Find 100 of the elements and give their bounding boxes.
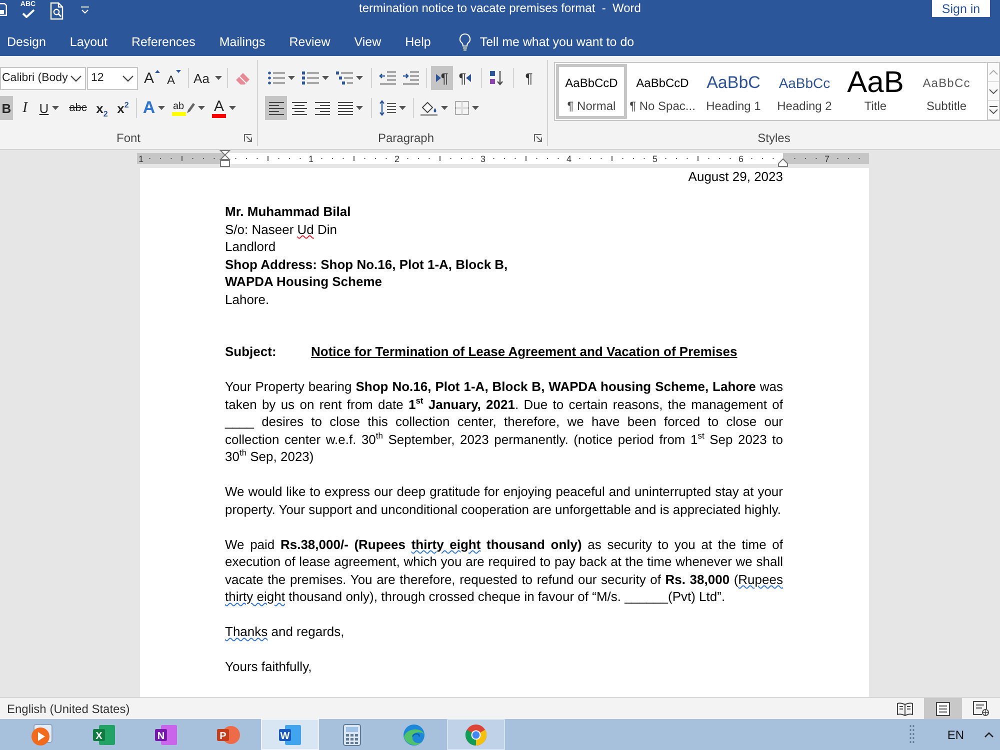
ruler-number: 5 xyxy=(652,154,658,164)
ruler-number: 2 xyxy=(394,154,400,164)
multilevel-list-icon xyxy=(336,71,353,85)
show-marks-button[interactable]: ¶ xyxy=(518,66,540,90)
gallery-more-button[interactable] xyxy=(988,101,999,120)
group-label: Font xyxy=(116,131,140,145)
closing-line: Yours faithfully, xyxy=(225,658,313,676)
grow-font-button[interactable]: A xyxy=(142,66,162,90)
font-name-field[interactable]: Calibri (Body xyxy=(0,66,86,90)
ribbon-tab[interactable]: References xyxy=(119,28,208,56)
ribbon-tab[interactable]: Layout xyxy=(58,28,120,56)
grip-icon[interactable] xyxy=(909,724,916,746)
tell-me-search[interactable]: Tell me what you want to do xyxy=(480,35,634,49)
sign-in-button[interactable]: Sign in xyxy=(932,0,990,17)
ribbon-tab[interactable]: View xyxy=(342,28,394,56)
bullet-list-icon xyxy=(268,71,285,85)
style-preview: AaBbCcD xyxy=(565,74,618,92)
caret-icon xyxy=(472,106,479,110)
taskbar-button[interactable]: X xyxy=(75,719,133,750)
caret-icon xyxy=(288,76,295,80)
gallery-down-button[interactable] xyxy=(988,82,999,101)
ruler-number: 4 xyxy=(566,154,572,164)
font-size-field[interactable]: 12 xyxy=(87,66,138,90)
shrink-font-button[interactable]: A xyxy=(164,66,184,90)
caret-icon xyxy=(198,106,204,110)
font-color-swatch xyxy=(212,114,226,118)
address-line: Mr. Muhammad Bilal xyxy=(225,203,352,220)
print-layout-button[interactable] xyxy=(924,698,962,719)
dialog-launcher-icon[interactable] xyxy=(534,134,542,142)
style-name: Title xyxy=(864,98,887,115)
caret-icon xyxy=(158,106,166,110)
address-line: Shop Address: Shop No.16, Plot 1-A, Block B, xyxy=(225,256,509,273)
font-color-button[interactable]: A xyxy=(209,96,239,120)
taskbar-button[interactable] xyxy=(447,719,505,750)
ruler-number: 6 xyxy=(738,154,744,164)
align-left-icon xyxy=(268,102,284,114)
superscript-button[interactable]: x$^{2}$ xyxy=(114,96,132,120)
bold-button[interactable]: B xyxy=(0,96,13,120)
style-preview: AaBbCcD xyxy=(636,74,689,92)
style-preview: AaBbCc xyxy=(778,74,830,92)
ruler-number: 1 xyxy=(138,154,144,164)
check-icon xyxy=(22,9,34,18)
print-preview-icon[interactable] xyxy=(50,2,64,20)
triangle-up-icon xyxy=(155,70,160,73)
body-paragraph: We would like to express our deep gratitude for enjoying peaceful and uninterrupted stay at your property. Your support and unconditional cooperation are unforgettable and is appreciated highly. xyxy=(225,483,783,518)
subscript-button[interactable]: x$_{2}$ xyxy=(93,96,111,120)
style-preview: AaBbCc xyxy=(922,74,970,92)
chevron-up-icon xyxy=(984,732,994,738)
caret-icon xyxy=(356,76,363,80)
strikethrough-button[interactable]: abc xyxy=(66,96,90,120)
style-tile[interactable]: AaBbCcD ¶ Normal xyxy=(556,64,627,119)
chevron-up-icon xyxy=(989,70,998,74)
justify-icon xyxy=(338,102,352,114)
ribbon-tab[interactable]: Review xyxy=(277,28,342,56)
ltr-button[interactable]: ¶ xyxy=(431,66,453,90)
style-name: Subtitle xyxy=(926,98,967,115)
page-icon xyxy=(936,702,950,716)
address-line: WAPDA Housing Scheme xyxy=(225,273,383,290)
style-name: Heading 1 xyxy=(706,98,761,115)
customize-icon[interactable] xyxy=(80,6,90,14)
left-indent-marker-icon[interactable] xyxy=(219,150,231,167)
chevron-down-icon xyxy=(70,74,82,82)
open-book-icon xyxy=(897,702,913,716)
style-preview: AaB xyxy=(847,67,904,98)
taskbar-button[interactable]: N xyxy=(137,719,195,750)
italic-button[interactable]: I xyxy=(17,96,33,120)
caret-icon xyxy=(229,106,236,110)
highlight-button[interactable]: ab xyxy=(170,96,206,120)
taskbar-button[interactable]: W xyxy=(261,719,319,750)
body-paragraph: We paid Rs.38,000/- (Rupees thirty eight thousand only) as security to you at the time of execution of lease agreement, which you are required to pay back at the time whenever we shall vacate the premises. You are therefore, requested to refund our security of Rs. 38,000 (Rupees thirty eight thousand only), through crossed cheque in favour of “M/s. ______(Pvt) Ltd”. xyxy=(225,536,783,606)
group-label: Styles xyxy=(758,131,790,145)
borders-icon xyxy=(455,101,469,115)
ruler-number: 7 xyxy=(824,154,830,164)
rtl-button[interactable]: ¶ xyxy=(454,66,476,90)
address-line: S/o: Naseer Ud Din xyxy=(225,220,338,238)
line-spacing-icon xyxy=(378,100,396,116)
caret-icon xyxy=(441,106,448,110)
input-language[interactable]: EN xyxy=(947,728,964,742)
style-name: ¶ No Spac... xyxy=(630,98,696,115)
highlighter-pen-icon xyxy=(186,102,194,114)
triangle-right-icon xyxy=(436,74,441,82)
align-center-icon xyxy=(292,102,306,114)
text-effects-button[interactable]: A xyxy=(141,96,167,120)
ribbon-tab[interactable]: Help xyxy=(393,28,443,56)
change-case-button[interactable]: Aa xyxy=(193,66,223,90)
numbered-list-icon xyxy=(302,71,319,85)
proofing-language[interactable]: English (United States) xyxy=(7,702,130,716)
dialog-launcher-icon[interactable] xyxy=(244,134,252,142)
chevron-down-icon xyxy=(122,74,134,82)
save-icon[interactable] xyxy=(0,3,7,16)
taskbar-button[interactable]: P xyxy=(199,719,257,750)
chevron-down-icon xyxy=(989,88,998,94)
underline-button[interactable]: U xyxy=(37,96,61,120)
lightbulb-icon[interactable] xyxy=(458,33,471,51)
align-left-button[interactable] xyxy=(265,96,287,120)
closing-line: Thanks and regards, xyxy=(225,623,346,640)
ribbon-tab[interactable]: Mailings xyxy=(207,28,278,56)
decrease-indent-icon xyxy=(378,71,396,85)
ribbon-tab[interactable]: Design xyxy=(0,28,58,56)
style-name: Heading 2 xyxy=(777,98,832,115)
